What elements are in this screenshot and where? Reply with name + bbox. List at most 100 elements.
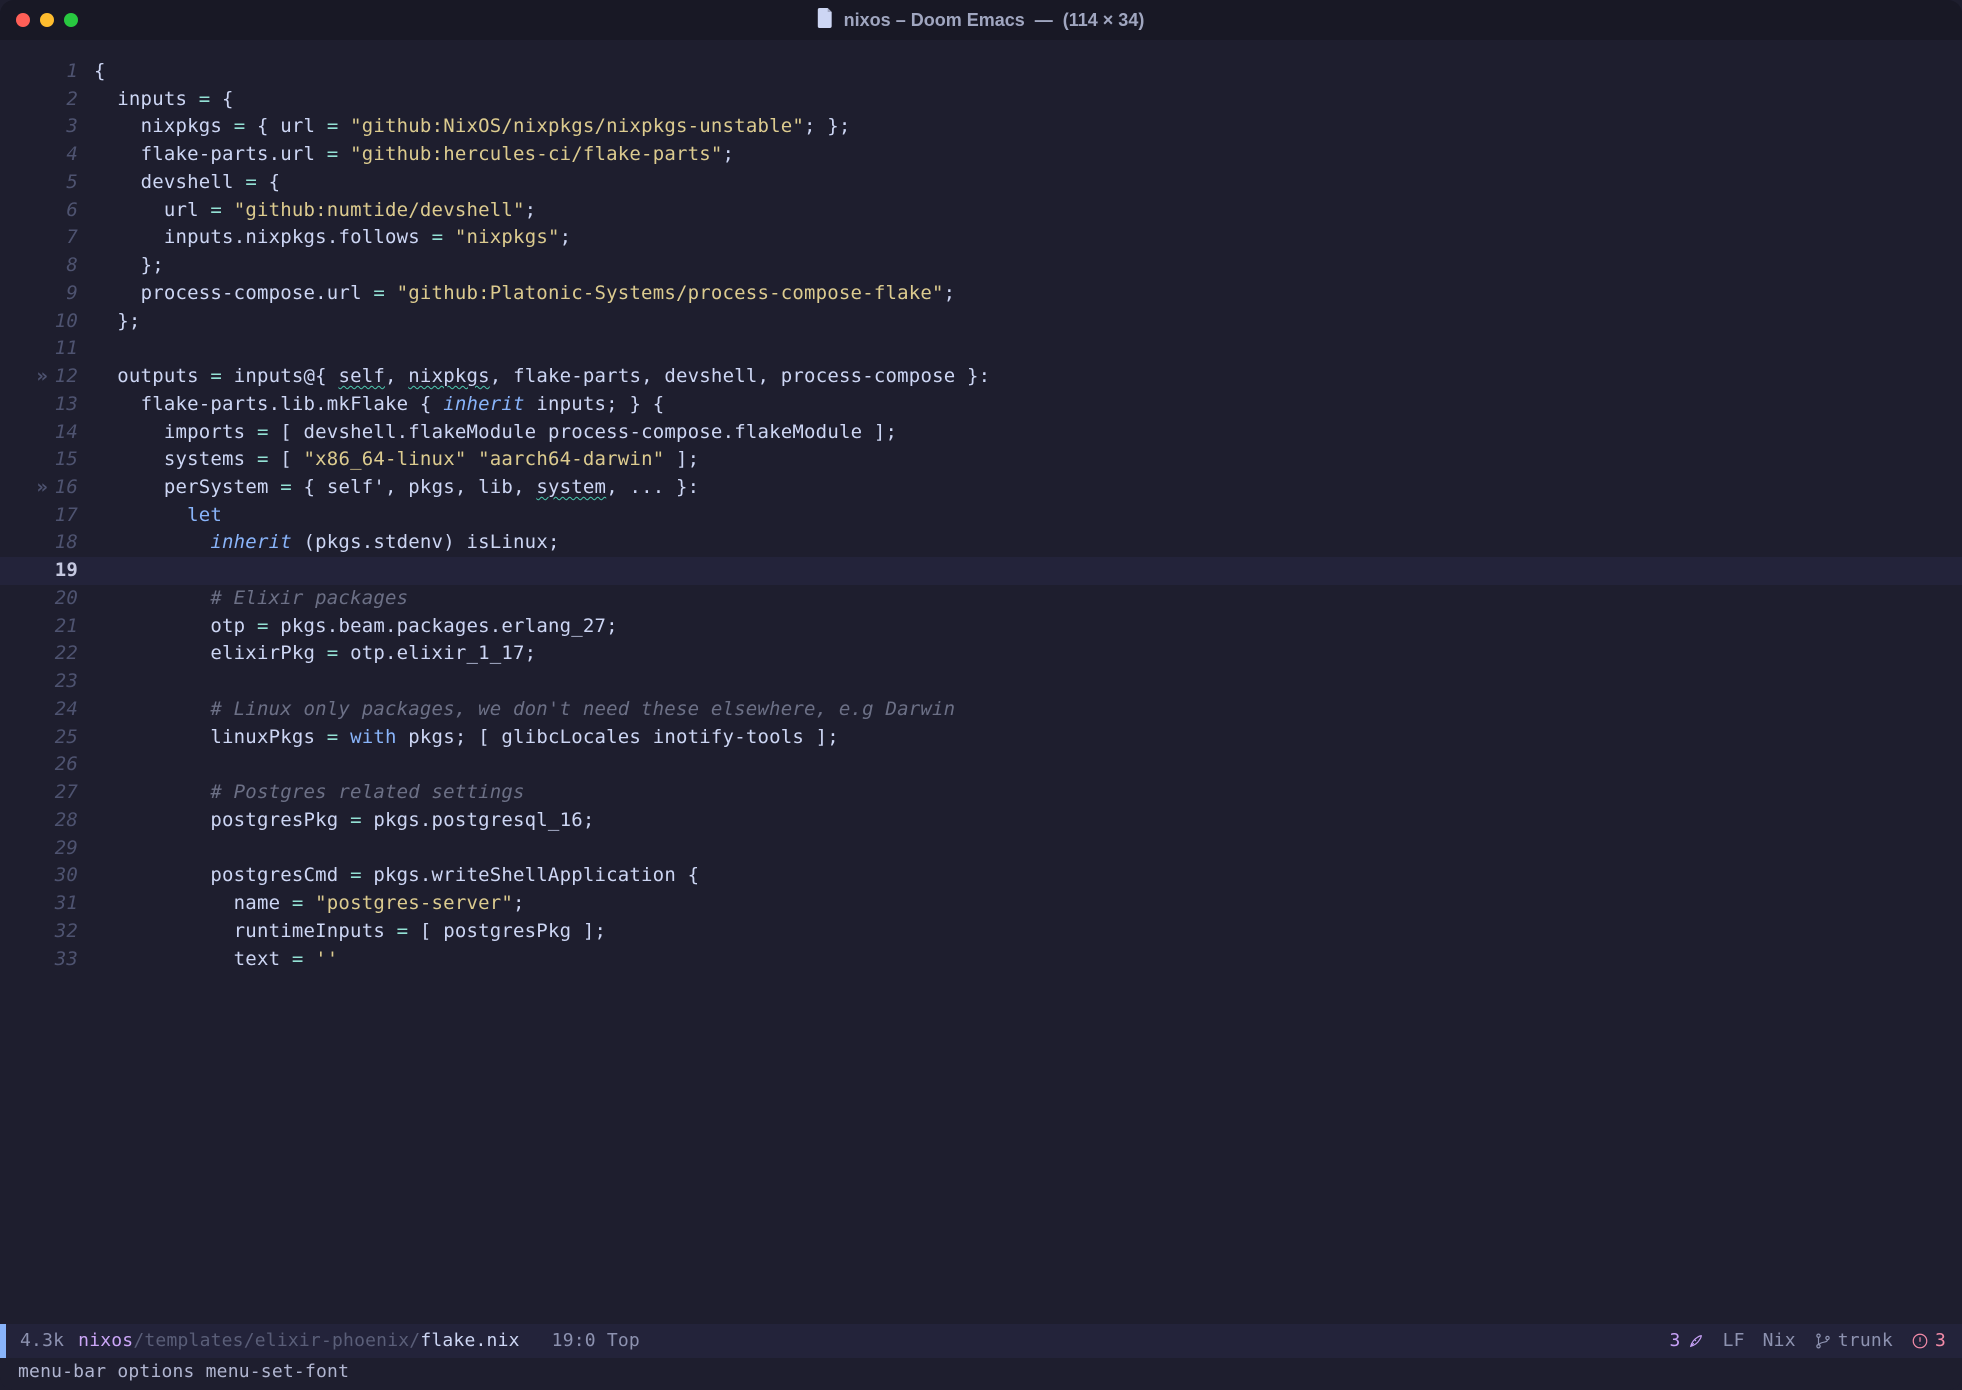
code-line[interactable]: 33 text = '' xyxy=(0,946,1962,974)
vcs-branch: trunk xyxy=(1814,1328,1893,1354)
code-line[interactable]: 25 linuxPkgs = with pkgs; [ glibcLocales… xyxy=(0,724,1962,752)
code-line[interactable]: 1{ xyxy=(0,58,1962,86)
fold-gutter xyxy=(0,502,52,530)
line-number: 23 xyxy=(52,668,94,696)
code-line[interactable]: 5 devshell = { xyxy=(0,169,1962,197)
error-count[interactable]: 3 xyxy=(1911,1328,1946,1354)
code-line[interactable]: 28 postgresPkg = pkgs.postgresql_16; xyxy=(0,807,1962,835)
code-content[interactable]: url = "github:numtide/devshell"; xyxy=(94,197,1962,225)
code-content[interactable] xyxy=(94,835,1962,863)
code-content[interactable]: let xyxy=(94,502,1962,530)
line-number: 4 xyxy=(52,141,94,169)
fold-gutter xyxy=(0,835,52,863)
code-line[interactable]: 27 # Postgres related settings xyxy=(0,779,1962,807)
line-number: 14 xyxy=(52,419,94,447)
code-line[interactable]: 17 let xyxy=(0,502,1962,530)
code-line[interactable]: 29 xyxy=(0,835,1962,863)
fold-gutter xyxy=(0,308,52,336)
fold-gutter xyxy=(0,197,52,225)
code-line[interactable]: »12 outputs = inputs@{ self, nixpkgs, fl… xyxy=(0,363,1962,391)
code-content[interactable]: # Elixir packages xyxy=(94,585,1962,613)
code-content[interactable] xyxy=(94,668,1962,696)
code-line[interactable]: 21 otp = pkgs.beam.packages.erlang_27; xyxy=(0,613,1962,641)
code-line[interactable]: 20 # Elixir packages xyxy=(0,585,1962,613)
code-lines[interactable]: 1{2 inputs = {3 nixpkgs = { url = "githu… xyxy=(0,58,1962,1324)
code-content[interactable]: { xyxy=(94,58,1962,86)
fold-gutter xyxy=(0,58,52,86)
code-content[interactable]: elixirPkg = otp.elixir_1_17; xyxy=(94,640,1962,668)
code-content[interactable]: # Postgres related settings xyxy=(94,779,1962,807)
code-content[interactable]: runtimeInputs = [ postgresPkg ]; xyxy=(94,918,1962,946)
title-sep: — xyxy=(1035,10,1053,31)
code-line[interactable]: 9 process-compose.url = "github:Platonic… xyxy=(0,280,1962,308)
code-content[interactable]: systems = [ "x86_64-linux" "aarch64-darw… xyxy=(94,446,1962,474)
code-line[interactable]: 23 xyxy=(0,668,1962,696)
code-line[interactable]: 2 inputs = { xyxy=(0,86,1962,114)
line-number: 17 xyxy=(52,502,94,530)
line-number: 21 xyxy=(52,613,94,641)
code-line[interactable]: 22 elixirPkg = otp.elixir_1_17; xyxy=(0,640,1962,668)
major-mode: Nix xyxy=(1763,1328,1796,1354)
fold-gutter[interactable]: » xyxy=(0,363,52,391)
code-line[interactable]: 24 # Linux only packages, we don't need … xyxy=(0,696,1962,724)
fold-gutter[interactable]: » xyxy=(0,474,52,502)
code-content[interactable]: flake-parts.lib.mkFlake { inherit inputs… xyxy=(94,391,1962,419)
code-content[interactable]: outputs = inputs@{ self, nixpkgs, flake-… xyxy=(94,363,1962,391)
code-content[interactable]: nixpkgs = { url = "github:NixOS/nixpkgs/… xyxy=(94,113,1962,141)
code-line[interactable]: 30 postgresCmd = pkgs.writeShellApplicat… xyxy=(0,862,1962,890)
code-content[interactable]: inputs.nixpkgs.follows = "nixpkgs"; xyxy=(94,224,1962,252)
code-content[interactable]: imports = [ devshell.flakeModule process… xyxy=(94,419,1962,447)
fold-gutter xyxy=(0,696,52,724)
path-root: nixos xyxy=(78,1330,133,1351)
line-number: 18 xyxy=(52,529,94,557)
code-content[interactable]: linuxPkgs = with pkgs; [ glibcLocales in… xyxy=(94,724,1962,752)
code-content[interactable]: flake-parts.url = "github:hercules-ci/fl… xyxy=(94,141,1962,169)
code-line[interactable]: 31 name = "postgres-server"; xyxy=(0,890,1962,918)
code-content[interactable]: postgresPkg = pkgs.postgresql_16; xyxy=(94,807,1962,835)
line-number: 28 xyxy=(52,807,94,835)
code-line[interactable]: 32 runtimeInputs = [ postgresPkg ]; xyxy=(0,918,1962,946)
code-line[interactable]: 26 xyxy=(0,751,1962,779)
line-number: 8 xyxy=(52,252,94,280)
code-content[interactable] xyxy=(94,557,1962,585)
code-line[interactable]: 14 imports = [ devshell.flakeModule proc… xyxy=(0,419,1962,447)
code-content[interactable]: }; xyxy=(94,308,1962,336)
code-content[interactable]: text = '' xyxy=(94,946,1962,974)
code-content[interactable]: name = "postgres-server"; xyxy=(94,890,1962,918)
code-line[interactable]: 15 systems = [ "x86_64-linux" "aarch64-d… xyxy=(0,446,1962,474)
code-content[interactable]: postgresCmd = pkgs.writeShellApplication… xyxy=(94,862,1962,890)
editor[interactable]: 1{2 inputs = {3 nixpkgs = { url = "githu… xyxy=(0,40,1962,1390)
path-file: flake.nix xyxy=(420,1330,519,1351)
code-content[interactable]: inherit (pkgs.stdenv) isLinux; xyxy=(94,529,1962,557)
close-button[interactable] xyxy=(16,13,30,27)
code-line[interactable]: 8 }; xyxy=(0,252,1962,280)
line-number: 30 xyxy=(52,862,94,890)
code-content[interactable]: process-compose.url = "github:Platonic-S… xyxy=(94,280,1962,308)
code-content[interactable] xyxy=(94,335,1962,363)
code-line[interactable]: 6 url = "github:numtide/devshell"; xyxy=(0,197,1962,225)
echo-area: menu-bar options menu-set-font xyxy=(0,1358,1962,1390)
code-line[interactable]: 19 xyxy=(0,557,1962,585)
code-content[interactable]: devshell = { xyxy=(94,169,1962,197)
code-line[interactable]: 18 inherit (pkgs.stdenv) isLinux; xyxy=(0,529,1962,557)
code-line[interactable]: 7 inputs.nixpkgs.follows = "nixpkgs"; xyxy=(0,224,1962,252)
code-line[interactable]: 10 }; xyxy=(0,308,1962,336)
line-number: 12 xyxy=(52,363,94,391)
maximize-button[interactable] xyxy=(64,13,78,27)
code-content[interactable]: inputs = { xyxy=(94,86,1962,114)
code-content[interactable]: # Linux only packages, we don't need the… xyxy=(94,696,1962,724)
code-content[interactable]: }; xyxy=(94,252,1962,280)
fold-gutter xyxy=(0,807,52,835)
fold-gutter xyxy=(0,557,52,585)
code-line[interactable]: 4 flake-parts.url = "github:hercules-ci/… xyxy=(0,141,1962,169)
code-line[interactable]: 3 nixpkgs = { url = "github:NixOS/nixpkg… xyxy=(0,113,1962,141)
rocket-icon xyxy=(1687,1332,1705,1350)
code-line[interactable]: »16 perSystem = { self', pkgs, lib, syst… xyxy=(0,474,1962,502)
code-content[interactable] xyxy=(94,751,1962,779)
line-number: 27 xyxy=(52,779,94,807)
code-line[interactable]: 13 flake-parts.lib.mkFlake { inherit inp… xyxy=(0,391,1962,419)
code-line[interactable]: 11 xyxy=(0,335,1962,363)
code-content[interactable]: otp = pkgs.beam.packages.erlang_27; xyxy=(94,613,1962,641)
code-content[interactable]: perSystem = { self', pkgs, lib, system, … xyxy=(94,474,1962,502)
minimize-button[interactable] xyxy=(40,13,54,27)
